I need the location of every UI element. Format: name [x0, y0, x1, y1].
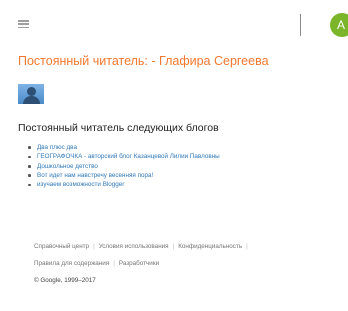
footer-separator: | [93, 243, 95, 250]
blog-link[interactable]: изучаем возможности Blogger [37, 181, 124, 188]
blog-link[interactable]: Дошкольное детство [37, 163, 98, 170]
footer: Справочный центр | Условия использования | К… [34, 238, 252, 289]
list-item: Два плюс два [28, 143, 220, 152]
help-center-link[interactable]: Справочный центр [34, 243, 89, 250]
footer-separator: | [113, 260, 115, 267]
terms-of-use-link[interactable]: Условия использования [99, 243, 169, 250]
hamburger-menu-icon[interactable] [18, 20, 29, 29]
default-user-avatar-icon[interactable] [18, 84, 44, 104]
copyright-text: © Google, 1999–2017 [34, 277, 96, 284]
followed-blogs-heading: Постоянный читатель следующих блогов [18, 122, 219, 134]
developers-link[interactable]: Разработчики [119, 260, 159, 267]
blogger-profile-page: A Постоянный читатель: - Глафира Сергеев… [0, 0, 348, 311]
list-item: Дошкольное детство [28, 162, 220, 171]
top-bar: A [0, 0, 348, 46]
footer-links-row: Правила для содержания | Разработчики [34, 255, 252, 272]
list-item: ГЕОГРАФОЧКА - авторский блог Казанцевой … [28, 152, 220, 161]
list-item: изучаем возможности Blogger [28, 180, 220, 189]
followed-blogs-list: Два плюс два ГЕОГРАФОЧКА - авторский бло… [28, 143, 220, 189]
account-avatar-button[interactable]: A [330, 13, 348, 37]
privacy-link[interactable]: Конфиденциальность [178, 243, 242, 250]
footer-separator: | [246, 243, 248, 250]
footer-links-row: Справочный центр | Условия использования | К… [34, 238, 252, 255]
topbar-divider [300, 14, 301, 36]
blog-link[interactable]: Вот идет нам навстречу весенняя пора! [37, 172, 153, 179]
list-item: Вот идет нам навстречу весенняя пора! [28, 171, 220, 180]
blog-link[interactable]: Два плюс два [37, 144, 77, 151]
content-policy-link[interactable]: Правила для содержания [34, 260, 109, 267]
page-title: Постоянный читатель: - Глафира Сергеева [18, 54, 269, 68]
blog-link[interactable]: ГЕОГРАФОЧКА - авторский блог Казанцевой … [37, 153, 220, 160]
footer-separator: | [172, 243, 175, 250]
